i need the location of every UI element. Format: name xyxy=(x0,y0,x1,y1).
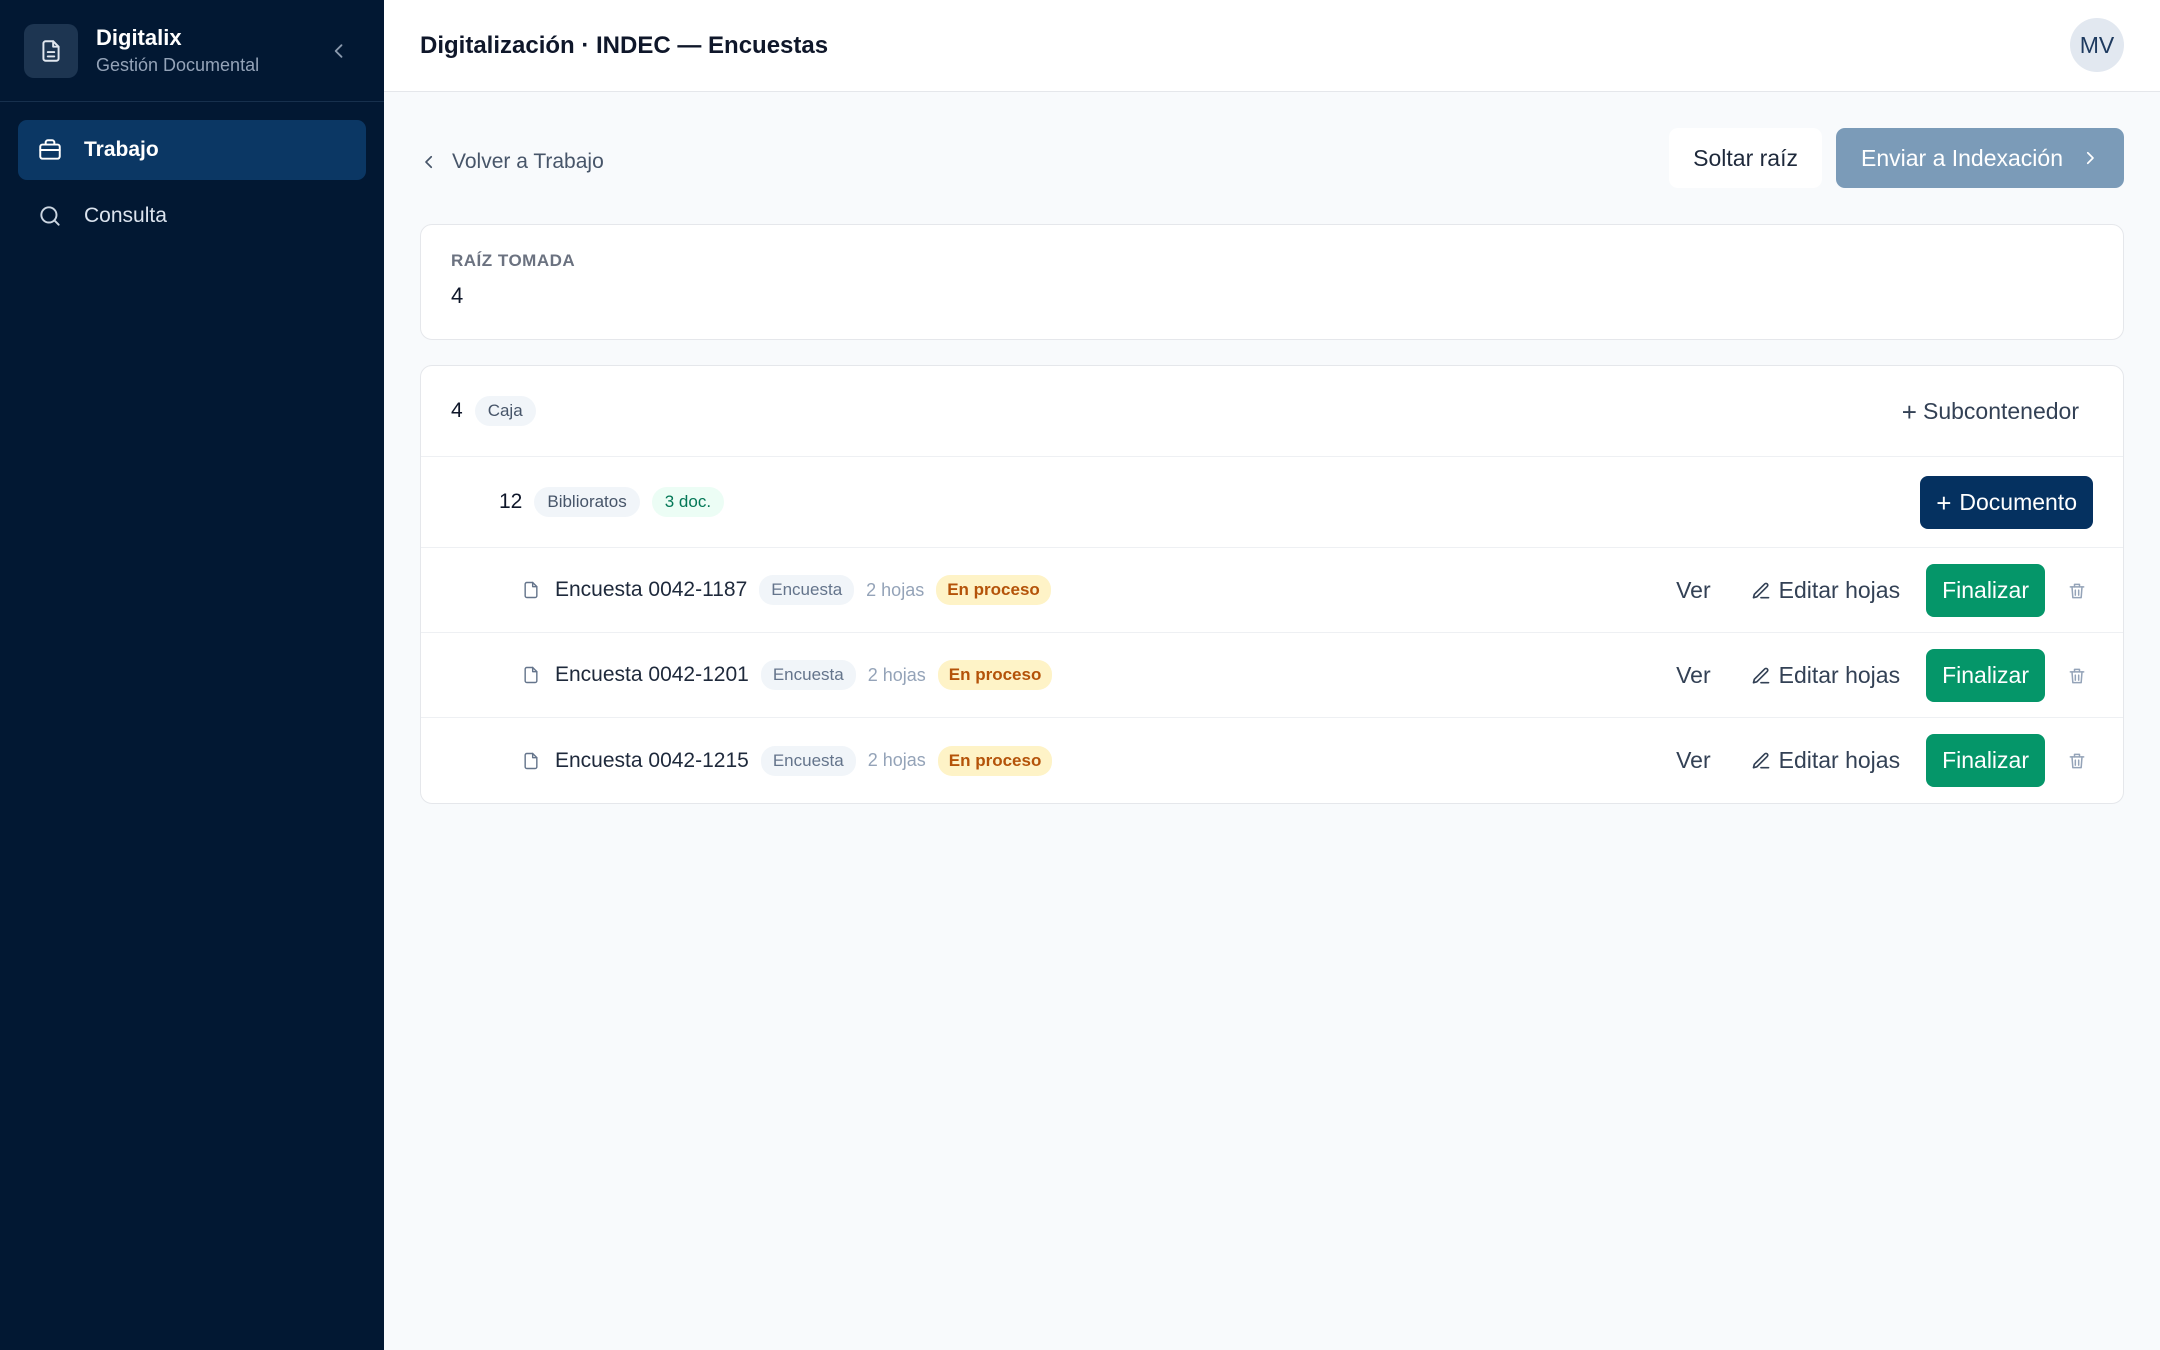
ver-button[interactable]: Ver xyxy=(1676,662,1711,689)
search-icon xyxy=(36,202,64,230)
document-type-badge: Encuesta xyxy=(760,745,856,776)
trash-icon[interactable] xyxy=(2067,665,2087,687)
document-type-badge: Encuesta xyxy=(759,575,855,605)
edit-icon xyxy=(1751,751,1771,771)
edit-icon xyxy=(1751,666,1771,686)
editar-hojas-label: Editar hojas xyxy=(1778,747,1901,773)
collapse-sidebar-button[interactable] xyxy=(322,34,356,68)
topbar: Digitalización · INDEC — Encuestas MV xyxy=(384,0,2160,92)
document-row: Encuesta 0042-1201 Encuesta 2 hojas En p… xyxy=(421,633,2123,718)
editar-hojas-button[interactable]: Editar hojas xyxy=(1751,577,1900,604)
document-actions: Ver Editar hojas Finalizar xyxy=(1676,734,2087,787)
chevron-left-icon xyxy=(334,44,343,58)
content: Volver a Trabajo Soltar raíz Enviar a In… xyxy=(384,92,2160,804)
container-tree: 4 Caja + Subcontenedor 12 Biblioratos 3 … xyxy=(420,365,2124,804)
ver-button[interactable]: Ver xyxy=(1676,577,1711,604)
plus-icon: + xyxy=(1901,396,1917,427)
sidebar-item-trabajo[interactable]: Trabajo xyxy=(18,120,366,180)
action-row: Volver a Trabajo Soltar raíz Enviar a In… xyxy=(420,92,2124,224)
editar-hojas-label: Editar hojas xyxy=(1778,662,1901,688)
plus-icon: + xyxy=(1936,487,1952,518)
trash-icon[interactable] xyxy=(2067,580,2087,602)
editar-hojas-label: Editar hojas xyxy=(1778,577,1901,603)
document-actions: Ver Editar hojas Finalizar xyxy=(1676,649,2087,702)
soltar-raiz-button[interactable]: Soltar raíz xyxy=(1669,128,1822,188)
back-link-label: Volver a Trabajo xyxy=(452,150,604,173)
add-documento-label: Documento xyxy=(1959,489,2077,515)
caja-type-badge: Caja xyxy=(474,396,536,426)
sidebar-item-label: Trabajo xyxy=(84,138,159,161)
document-type-badge: Encuesta xyxy=(760,660,856,690)
document-name: Encuesta 0042-1187 xyxy=(555,578,748,601)
add-documento-button[interactable]: + Documento xyxy=(1920,476,2093,529)
back-link[interactable]: Volver a Trabajo xyxy=(420,150,604,174)
document-name: Encuesta 0042-1215 xyxy=(555,748,749,772)
document-sheets: 2 hojas xyxy=(866,579,925,600)
file-icon xyxy=(521,664,543,686)
brand-title: Digitalix xyxy=(96,25,182,50)
editar-hojas-button[interactable]: Editar hojas xyxy=(1751,747,1900,774)
document-actions: Ver Editar hojas Finalizar xyxy=(1676,564,2087,617)
status-badge: En proceso xyxy=(936,575,1051,605)
document-sheets: 2 hojas xyxy=(867,664,926,685)
enviar-label: Enviar a Indexación xyxy=(1860,144,2063,171)
document-row: Encuesta 0042-1187 Encuesta 2 hojas En p… xyxy=(421,548,2123,633)
brand-subtitle: Gestión Documental xyxy=(96,55,260,75)
main-area: Digitalización · INDEC — Encuestas MV Vo… xyxy=(384,0,2160,1350)
file-icon xyxy=(521,579,543,601)
sidebar: Digitalix Gestión Documental Trabajo Con… xyxy=(0,0,384,1350)
sidebar-nav: Trabajo Consulta xyxy=(0,102,384,270)
status-badge: En proceso xyxy=(937,660,1053,690)
chevron-right-icon xyxy=(2081,149,2099,167)
sidebar-item-consulta[interactable]: Consulta xyxy=(18,186,366,246)
status-badge: En proceso xyxy=(937,745,1053,776)
document-row: Encuesta 0042-1215 Encuesta 2 hojas En p… xyxy=(421,718,2123,803)
sidebar-item-label: Consulta xyxy=(84,204,167,227)
finalizar-button[interactable]: Finalizar xyxy=(1926,564,2045,617)
editar-hojas-button[interactable]: Editar hojas xyxy=(1751,662,1900,689)
document-sheets: 2 hojas xyxy=(867,750,926,770)
file-icon xyxy=(521,750,543,772)
caja-number: 4 xyxy=(451,399,463,422)
file-text-icon xyxy=(24,23,78,78)
add-subcontenedor-label: Subcontenedor xyxy=(1922,398,2079,424)
page-title: Digitalización · INDEC — Encuestas xyxy=(420,31,829,59)
finalizar-button[interactable]: Finalizar xyxy=(1926,649,2045,702)
doc-count-badge: 3 doc. xyxy=(651,487,725,517)
biblio-number: 12 xyxy=(499,490,523,513)
root-card: RAÍZ TOMADA 4 xyxy=(420,224,2124,340)
trash-icon[interactable] xyxy=(2067,750,2087,772)
ver-button[interactable]: Ver xyxy=(1676,747,1711,774)
avatar[interactable]: MV xyxy=(2070,18,2124,72)
tree-row-caja: 4 Caja + Subcontenedor xyxy=(421,366,2123,457)
finalizar-button[interactable]: Finalizar xyxy=(1926,734,2045,787)
briefcase-icon xyxy=(36,136,64,164)
tree-row-biblioratos: 12 Biblioratos 3 doc. + Documento xyxy=(421,457,2123,548)
enviar-indexacion-button[interactable]: Enviar a Indexación xyxy=(1836,128,2124,188)
root-value: 4 xyxy=(451,283,464,308)
biblio-type-badge: Biblioratos xyxy=(534,487,640,517)
add-subcontenedor-button[interactable]: + Subcontenedor xyxy=(1902,398,2079,425)
edit-icon xyxy=(1751,581,1771,601)
document-name: Encuesta 0042-1201 xyxy=(555,663,749,686)
root-label: RAÍZ TOMADA xyxy=(451,251,576,270)
chevron-left-icon xyxy=(420,153,438,171)
